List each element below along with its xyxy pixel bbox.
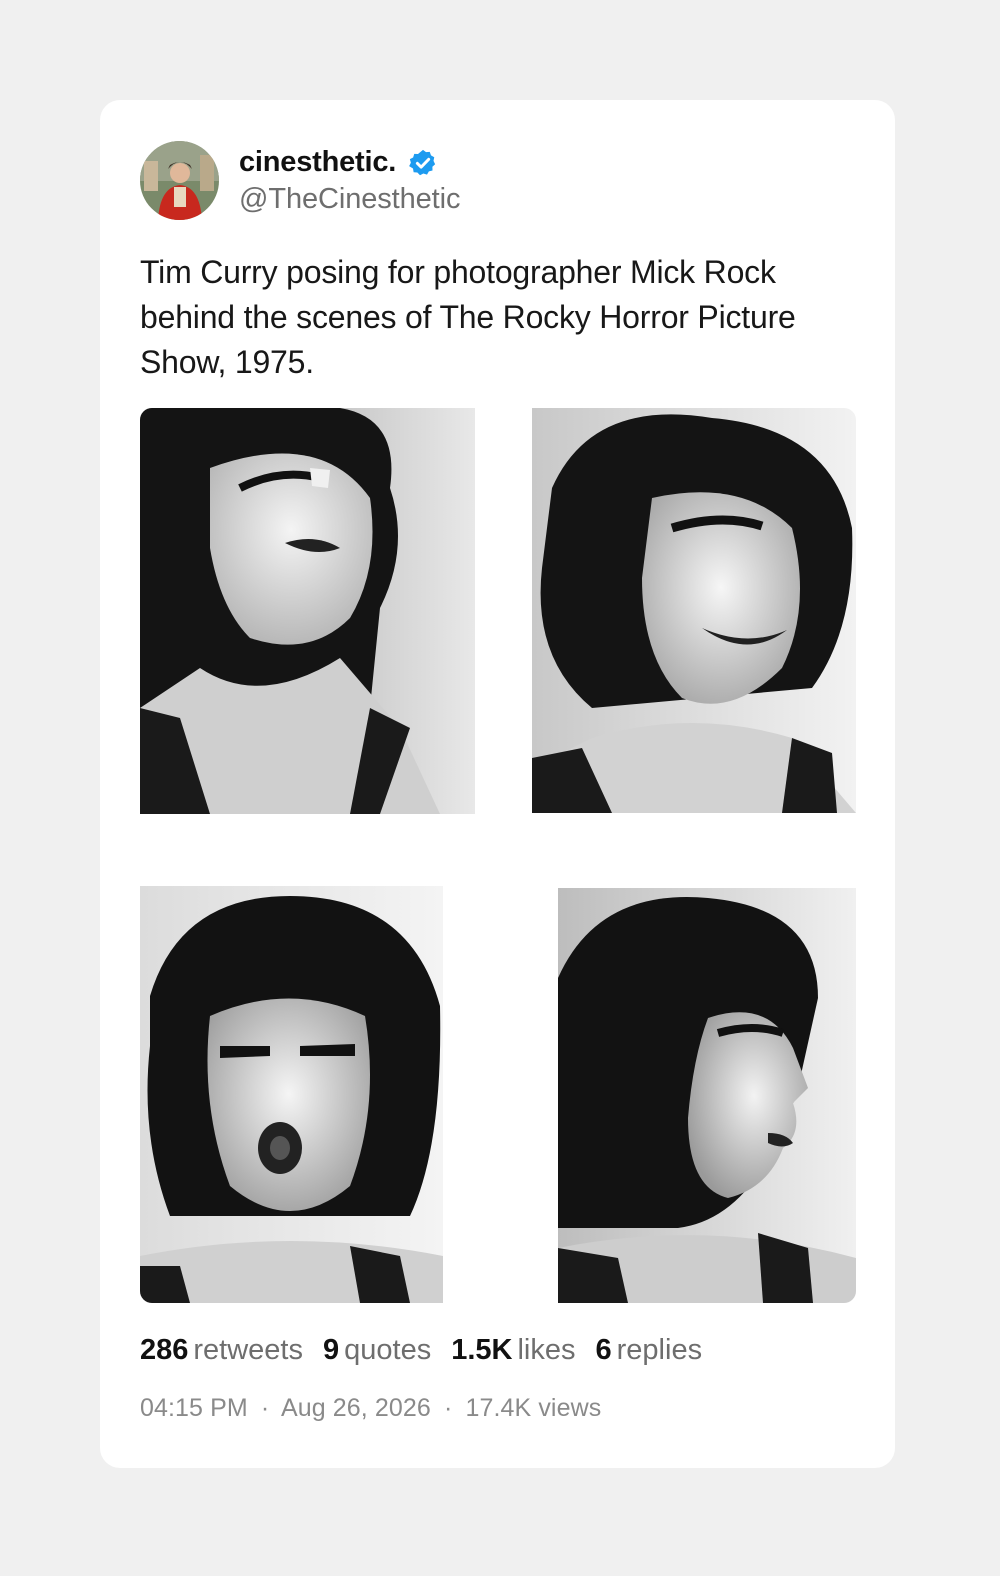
retweets-count: 286 (140, 1334, 189, 1366)
engagement-stats: 286 retweets 9 quotes 1.5K likes 6 repli… (140, 1334, 722, 1374)
display-name[interactable]: cinesthetic. (239, 146, 396, 179)
post-time[interactable]: 04:15 PM (140, 1394, 248, 1422)
retweets-label: retweets (193, 1334, 303, 1366)
display-name-row: cinesthetic. (239, 145, 460, 181)
author-handle[interactable]: @TheCinesthetic (239, 183, 460, 216)
post-date[interactable]: Aug 26, 2026 (281, 1394, 431, 1422)
post-views: 17.4K views (465, 1394, 602, 1422)
replies-count: 6 (595, 1334, 612, 1366)
verified-badge-icon (408, 148, 438, 178)
post-text: Tim Curry posing for photographer Mick R… (140, 254, 796, 380)
stat-retweets[interactable]: 286 retweets (140, 1334, 303, 1367)
author-names: cinesthetic. @TheCinesthetic (239, 145, 460, 216)
meta-separator: · (260, 1394, 270, 1422)
quotes-label: quotes (344, 1334, 432, 1366)
post-header: cinesthetic. @TheCinesthetic (140, 140, 460, 220)
stat-replies[interactable]: 6 replies (596, 1334, 703, 1367)
media-grid (140, 408, 856, 1303)
post-card: cinesthetic. @TheCinesthetic Tim Curry p… (100, 100, 895, 1468)
stat-quotes[interactable]: 9 quotes (323, 1334, 431, 1367)
replies-label: replies (616, 1334, 703, 1366)
likes-label: likes (517, 1334, 576, 1366)
avatar[interactable] (140, 140, 219, 220)
photo-2[interactable] (532, 408, 856, 813)
stat-likes[interactable]: 1.5K likes (451, 1334, 575, 1367)
meta-separator: · (443, 1394, 453, 1422)
post-meta: 04:15 PM · Aug 26, 2026 · 17.4K views (140, 1394, 601, 1423)
likes-count: 1.5K (451, 1334, 513, 1366)
photo-4[interactable] (558, 888, 856, 1303)
photo-1[interactable] (140, 408, 475, 814)
photo-3[interactable] (140, 886, 443, 1303)
quotes-count: 9 (323, 1334, 340, 1366)
